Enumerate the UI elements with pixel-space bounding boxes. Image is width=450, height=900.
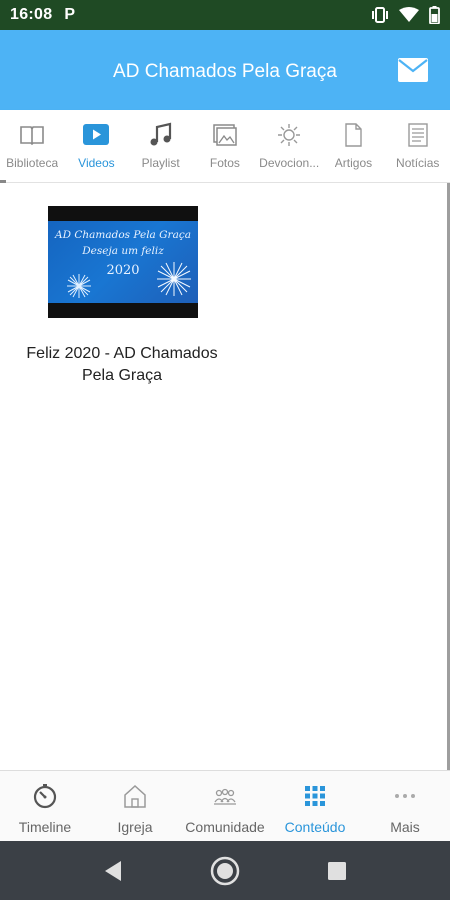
tab-artigos[interactable]: Artigos (321, 110, 385, 182)
mail-icon (398, 58, 428, 82)
thumbnail-image: AD Chamados Pela Graça Deseja um feliz 2… (48, 221, 198, 303)
vibrate-icon (372, 7, 388, 23)
tab-label: Fotos (209, 156, 240, 170)
app-title: AD Chamados Pela Graça (113, 61, 337, 82)
tab-label: Videos (78, 156, 115, 170)
back-icon[interactable] (103, 860, 123, 882)
photos-icon (213, 124, 237, 146)
tab-label: Devocion... (259, 156, 320, 170)
firework-icon (157, 262, 191, 296)
firework-icon (67, 274, 91, 298)
status-icons (371, 6, 440, 24)
grid-icon (305, 786, 325, 806)
book-icon (20, 126, 44, 146)
tab-videos[interactable]: Videos (64, 110, 128, 182)
nav-conteudo[interactable]: Conteúdo (270, 771, 360, 842)
church-icon (124, 784, 146, 808)
play-icon (83, 124, 110, 145)
tab-playlist[interactable]: Playlist (129, 110, 193, 182)
more-icon (395, 794, 415, 798)
tab-devocionais[interactable]: Devocion... (257, 110, 321, 182)
nav-label: Timeline (18, 819, 72, 835)
tab-biblioteca[interactable]: Biblioteca (0, 110, 64, 183)
bottom-nav: Timeline Igreja Comunidade Conteúdo Mais (0, 770, 450, 842)
nav-timeline[interactable]: Timeline (0, 771, 90, 842)
video-list: AD Chamados Pela Graça Deseja um feliz 2… (0, 183, 447, 770)
tab-label: Notícias (396, 156, 440, 170)
tab-label: Artigos (334, 156, 373, 170)
video-title[interactable]: Feliz 2020 - AD Chamados Pela Graça (22, 343, 222, 387)
sun-icon (278, 124, 301, 146)
nav-label: Mais (390, 819, 420, 835)
content-tabs: Biblioteca Videos Playlist Fotos Devocio… (0, 110, 450, 183)
timer-icon (33, 784, 57, 809)
thumbnail-text: AD Chamados Pela Graça (55, 229, 191, 241)
nav-label: Igreja (117, 819, 153, 835)
system-nav-bar (0, 841, 450, 900)
status-app-indicator: P (64, 6, 76, 23)
status-time: 16:08 (10, 6, 53, 23)
community-icon (214, 788, 236, 805)
nav-mais[interactable]: Mais (360, 771, 450, 842)
wifi-icon (399, 7, 419, 22)
status-bar: 16:08 P (0, 0, 450, 30)
tab-fotos[interactable]: Fotos (193, 110, 257, 182)
app-bar: AD Chamados Pela Graça (0, 30, 450, 110)
music-note-icon (150, 122, 171, 146)
news-icon (408, 123, 428, 147)
battery-icon (429, 6, 440, 24)
mail-button[interactable] (398, 58, 428, 82)
home-icon[interactable] (210, 856, 240, 886)
nav-comunidade[interactable]: Comunidade (180, 771, 270, 842)
video-thumbnail[interactable]: AD Chamados Pela Graça Deseja um feliz 2… (48, 206, 198, 318)
tab-noticias[interactable]: Notícias (386, 110, 450, 182)
nav-igreja[interactable]: Igreja (90, 771, 180, 842)
document-icon (345, 123, 363, 147)
tab-label: Biblioteca (6, 156, 59, 170)
thumbnail-text: Deseja um feliz (82, 245, 164, 257)
nav-label: Conteúdo (284, 819, 346, 835)
recents-icon[interactable] (327, 861, 347, 881)
tab-label: Playlist (141, 156, 180, 170)
nav-label: Comunidade (185, 819, 265, 835)
